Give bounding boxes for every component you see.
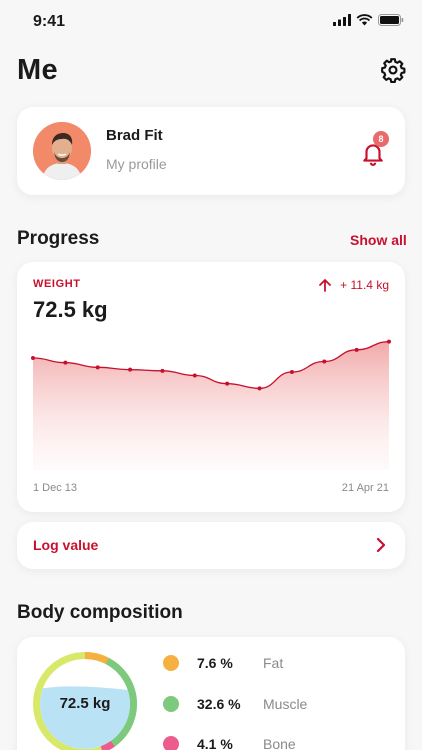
body-composition-title: Body composition [17, 602, 183, 623]
x-axis-start-label: 1 Dec 13 [33, 482, 78, 494]
weight-chart-card[interactable]: WEIGHT 72.5 kg + 11.4 kg 1 Dec 13 21 Apr… [17, 262, 405, 512]
fat-percent: 7.6 % [197, 655, 233, 671]
show-all-link[interactable]: Show all [350, 232, 407, 248]
bone-percent: 4.1 % [197, 736, 233, 750]
log-value-row[interactable]: Log value [17, 522, 405, 569]
profile-subtitle: My profile [106, 156, 167, 172]
status-icons [333, 14, 404, 26]
body-composition-card[interactable]: 72.5 kg 7.6 % Fat 32.6 % Muscle 4.1 % Bo… [17, 637, 405, 750]
weight-label: WEIGHT [33, 278, 81, 290]
composition-total: 72.5 kg [59, 695, 111, 712]
chart-point [95, 365, 100, 370]
chart-area-fill [33, 341, 389, 470]
status-time: 9:41 [33, 13, 66, 30]
muscle-percent: 32.6 % [197, 696, 241, 712]
x-axis-end-label: 21 Apr 21 [341, 482, 389, 494]
chart-point [387, 339, 391, 344]
chart-point [192, 373, 197, 378]
fat-dot-icon [163, 655, 179, 671]
avatar [33, 122, 91, 180]
weight-delta-value: + 11.4 kg [340, 278, 389, 292]
notification-badge: 8 [373, 131, 389, 147]
battery-icon [378, 14, 404, 26]
chart-point [354, 347, 359, 352]
chevron-right-icon [376, 537, 386, 553]
bone-label: Bone [263, 736, 296, 750]
bone-dot-icon [163, 736, 179, 750]
chart-point [31, 356, 35, 360]
status-bar: 9:41 [0, 0, 422, 44]
wifi-icon [356, 14, 373, 26]
weight-delta: + 11.4 kg [318, 278, 389, 292]
chart-point [225, 381, 230, 386]
chart-point [289, 370, 294, 374]
chart-point [128, 367, 133, 372]
chart-point [322, 359, 327, 364]
arrow-up-icon [319, 279, 332, 292]
chart-point [160, 368, 165, 373]
progress-section-title: Progress [17, 228, 100, 249]
legend-item-bone: 4.1 % Bone [163, 736, 296, 750]
profile-name: Brad Fit [106, 127, 163, 144]
weight-area-chart [31, 339, 391, 470]
chart-point [257, 386, 262, 391]
signal-icon [333, 14, 351, 26]
muscle-label: Muscle [263, 696, 308, 712]
legend-item-fat: 7.6 % Fat [163, 655, 283, 671]
log-value-label: Log value [33, 537, 99, 553]
muscle-dot-icon [163, 696, 179, 712]
legend-item-muscle: 32.6 % Muscle [163, 696, 307, 712]
profile-card[interactable]: Brad Fit My profile 8 [17, 107, 405, 195]
weight-value: 72.5 kg [33, 297, 108, 322]
page-title: Me [17, 54, 58, 86]
settings-gear-icon[interactable] [380, 57, 406, 83]
fat-label: Fat [263, 655, 284, 671]
chart-point [63, 360, 68, 365]
